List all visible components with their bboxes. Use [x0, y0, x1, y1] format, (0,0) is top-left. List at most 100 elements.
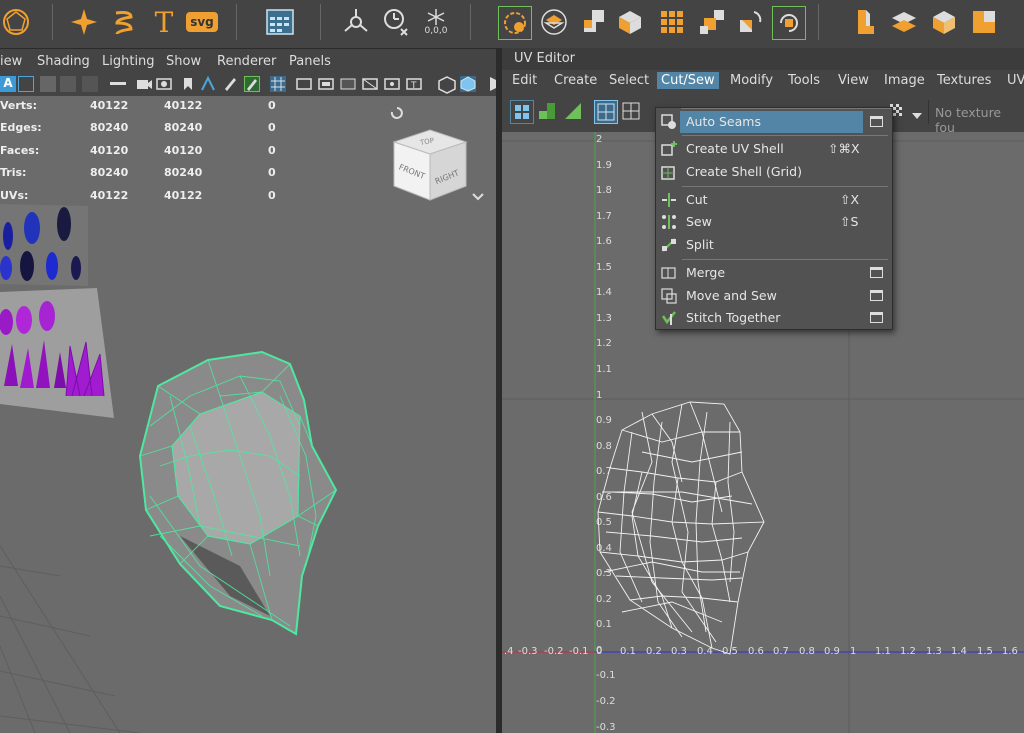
timer-icon[interactable] [380, 6, 412, 38]
sparkle-icon[interactable] [68, 6, 100, 38]
menu-textures[interactable]: Textures [933, 72, 995, 89]
layout-icon[interactable] [40, 76, 56, 92]
menu-item-merge[interactable]: Merge [656, 262, 892, 284]
hud-value: 80240 [90, 121, 129, 134]
menu-item-move-and-sew[interactable]: Move and Sew [656, 285, 892, 307]
perspective-viewport[interactable]: Verts: 40122 40122 0 Edges: 80240 80240 … [0, 96, 496, 733]
menu-item-split[interactable]: Split [656, 234, 892, 256]
menu-item-label: Auto Seams [686, 114, 761, 129]
svg-text:0.8: 0.8 [799, 646, 815, 657]
uv-shell[interactable] [597, 401, 765, 655]
box-bend-icon[interactable] [848, 6, 880, 38]
menu-panels[interactable]: Panels [289, 54, 331, 69]
resolution-icon[interactable] [318, 76, 334, 92]
menu-show[interactable]: Show [166, 54, 201, 69]
menu-item-label: Merge [686, 265, 726, 280]
layout-3-icon[interactable] [82, 76, 98, 92]
hud-value: 0 [268, 144, 276, 157]
tile-icon[interactable] [968, 6, 1000, 38]
uv-grid-icon[interactable] [594, 100, 618, 124]
bookmark-icon[interactable] [180, 76, 196, 92]
staircase-icon[interactable] [696, 6, 728, 38]
cube-icon[interactable] [928, 6, 960, 38]
pen-icon[interactable] [244, 76, 260, 92]
cube-faces-icon[interactable] [614, 6, 646, 38]
film-gate-icon[interactable] [156, 76, 172, 92]
menu-uv[interactable]: UV [1003, 72, 1024, 89]
menu-image[interactable]: Image [880, 72, 929, 89]
grid-squares-icon[interactable] [656, 6, 688, 38]
gate-mask-icon[interactable] [384, 76, 400, 92]
menu-item-cut[interactable]: Cut ⇧X [656, 189, 892, 211]
menu-item-sew[interactable]: Sew ⇧S [656, 211, 892, 233]
cut-squares-icon[interactable] [578, 6, 610, 38]
hud-value: 0 [268, 121, 276, 134]
cut-sew-menu: Auto Seams Create UV Shell ⇧⌘X Create Sh… [655, 107, 893, 330]
camera-attr-icon[interactable] [136, 76, 152, 92]
title-safe-icon[interactable]: T [406, 76, 422, 92]
menu-edit[interactable]: Edit [508, 72, 541, 89]
ortho-icon[interactable] [200, 75, 216, 92]
menu-tools[interactable]: Tools [784, 72, 824, 89]
film-icon[interactable] [296, 76, 312, 92]
uv-layout-icon[interactable] [538, 6, 570, 38]
menu-item-auto-seams[interactable]: Auto Seams [656, 111, 892, 133]
menu-modify[interactable]: Modify [726, 72, 777, 89]
menu-lighting[interactable]: Lighting [102, 54, 155, 69]
rotate-uv-icon[interactable] [734, 6, 766, 38]
uv-stair-2-icon[interactable] [564, 102, 582, 123]
menu-item-label: Create UV Shell [686, 141, 784, 156]
uv-grid-2-icon[interactable] [622, 102, 640, 123]
rotate-icon [390, 107, 403, 119]
field-chart-icon[interactable] [362, 76, 378, 92]
menu-view[interactable]: iew [0, 54, 22, 69]
text-icon[interactable]: T [148, 6, 180, 39]
svg-text:0.2: 0.2 [596, 594, 612, 605]
menu-view[interactable]: View [834, 72, 873, 89]
shaded-cube-icon[interactable] [460, 76, 476, 92]
view-cube[interactable]: TOP FRONT RIGHT [386, 104, 486, 207]
svg-text:1.1: 1.1 [875, 646, 891, 657]
uv-shell-icon[interactable] [510, 100, 534, 124]
menu-item-create-shell-grid[interactable]: Create Shell (Grid) [656, 161, 892, 183]
wireframe-cube-icon[interactable] [438, 76, 456, 94]
dropdown-arrow-icon[interactable] [912, 108, 922, 122]
safe-action-icon[interactable] [340, 76, 356, 92]
polygon-primitive-icon[interactable] [0, 6, 32, 38]
menu-shading[interactable]: Shading [37, 54, 90, 69]
texture-dropdown[interactable]: No texture fou [935, 105, 1024, 135]
option-box-icon[interactable] [870, 290, 883, 301]
snowflake-icon[interactable]: 0,0,0 [420, 6, 452, 38]
svg-text:0.8: 0.8 [596, 441, 612, 452]
menu-renderer[interactable]: Renderer [217, 54, 276, 69]
layout-2-icon[interactable] [60, 76, 76, 92]
menu-cut-sew[interactable]: Cut/Sew [657, 72, 719, 89]
svg-text:T: T [410, 81, 417, 91]
helix-icon[interactable] [108, 6, 140, 38]
rock-mesh[interactable] [138, 350, 338, 636]
hud-label: Verts: [0, 99, 38, 112]
grid-toggle-icon[interactable] [270, 76, 286, 92]
uv-stair-icon[interactable] [538, 102, 556, 123]
menu-item-create-uv-shell[interactable]: Create UV Shell ⇧⌘X [656, 138, 892, 160]
option-box-icon[interactable] [870, 267, 883, 278]
pivot-icon[interactable] [340, 6, 372, 38]
stitch-together-icon [661, 310, 677, 326]
option-box-icon[interactable] [870, 312, 883, 323]
rotate-uv-2-icon[interactable] [772, 6, 806, 40]
option-box-icon[interactable] [870, 116, 883, 127]
grease-pencil-icon[interactable] [222, 76, 238, 92]
panel-icon[interactable] [18, 76, 34, 92]
camera-icon[interactable] [110, 82, 126, 91]
plane-split-icon[interactable] [888, 6, 920, 38]
menu-create[interactable]: Create [550, 72, 601, 89]
chevron-down-icon[interactable] [472, 190, 484, 204]
menu-select[interactable]: Select [605, 72, 653, 89]
menu-item-shortcut: ⇧X [840, 192, 860, 207]
menu-item-stitch-together[interactable]: Stitch Together [656, 307, 892, 329]
grid-panel-icon[interactable] [264, 6, 296, 38]
circle-selection-icon[interactable] [498, 6, 532, 40]
hud-value: 40122 [164, 189, 203, 202]
svg-icon[interactable]: svg [186, 6, 218, 38]
attribute-icon[interactable]: A [0, 76, 16, 92]
